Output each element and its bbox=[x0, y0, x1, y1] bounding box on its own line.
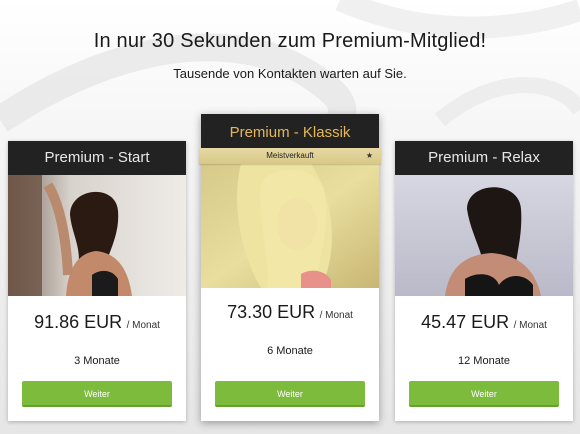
page-subline: Tausende von Kontakten warten auf Sie. bbox=[173, 66, 407, 81]
plan-title: Premium - Relax bbox=[395, 141, 573, 175]
plan-title: Premium - Klassik bbox=[201, 114, 379, 148]
price-value: 91.86 EUR bbox=[34, 312, 123, 332]
continue-button[interactable]: Weiter bbox=[409, 381, 559, 407]
plan-duration: 3 Monate bbox=[74, 355, 120, 367]
price-value: 73.30 EUR bbox=[227, 302, 316, 322]
plan-card-start: Premium - Start 91.86 EUR / Monat 3 Mona… bbox=[8, 141, 186, 421]
price-period: / Monat bbox=[126, 320, 160, 331]
page-headline: In nur 30 Sekunden zum Premium-Mitglied! bbox=[93, 30, 487, 52]
price-period: / Monat bbox=[319, 310, 353, 321]
plan-photo bbox=[395, 175, 573, 296]
continue-button[interactable]: Weiter bbox=[215, 381, 365, 407]
plan-duration: 6 Monate bbox=[267, 345, 313, 357]
plan-card-klassik: Premium - Klassik Meistverkauft ★ 73.30 … bbox=[199, 114, 381, 421]
badge-label: Meistverkauft bbox=[266, 151, 314, 160]
bestseller-badge: Meistverkauft ★ bbox=[199, 148, 381, 164]
plan-photo bbox=[8, 175, 186, 296]
plan-price: 73.30 EUR / Monat bbox=[201, 302, 379, 323]
continue-button[interactable]: Weiter bbox=[22, 381, 172, 407]
plan-title: Premium - Start bbox=[8, 141, 186, 175]
plan-photo bbox=[201, 164, 379, 288]
plan-card-relax: Premium - Relax 45.47 EUR / Monat 12 Mon… bbox=[395, 141, 573, 421]
plan-price: 45.47 EUR / Monat bbox=[395, 312, 573, 333]
plan-duration: 12 Monate bbox=[458, 355, 510, 367]
price-value: 45.47 EUR bbox=[421, 312, 510, 332]
plan-price: 91.86 EUR / Monat bbox=[8, 312, 186, 333]
star-icon: ★ bbox=[365, 151, 373, 160]
price-period: / Monat bbox=[513, 320, 547, 331]
